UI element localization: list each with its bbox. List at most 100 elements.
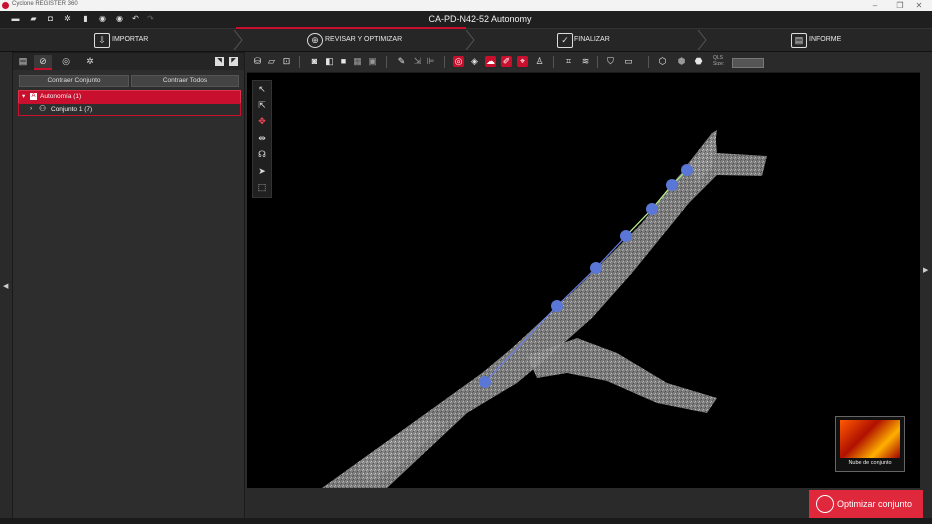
minimize-icon[interactable]: – [868, 0, 882, 11]
3d-viewer[interactable] [247, 73, 920, 488]
workflow-step-report[interactable]: ▤ INFORME [708, 29, 932, 51]
fit-width-icon[interactable]: ⇹ [255, 131, 269, 145]
capture-icon[interactable]: ◘ [46, 14, 55, 24]
status-bar [0, 518, 932, 524]
crop-icon[interactable]: ⌗ [563, 56, 574, 67]
location-pin-icon[interactable]: ⌖ [517, 56, 528, 67]
layers-icon[interactable]: ≋ [580, 56, 591, 67]
label-icon[interactable]: ⊫ [425, 56, 436, 67]
qls-size-select[interactable] [732, 58, 764, 68]
cloud-icon[interactable]: ☁ [485, 56, 496, 67]
point-cloud-canvas[interactable] [247, 73, 920, 488]
main-toolbar: ▬ ▰ ◘ ✲ ▮ ◉ ◉ ↶ ↷ CA-PD-N42-52 Autonomy [0, 11, 932, 29]
info-icon[interactable]: ◉ [115, 14, 124, 24]
view-split-icon[interactable]: ◧ [324, 56, 335, 67]
brush-icon[interactable]: ✐ [501, 56, 512, 67]
zoom-fit-icon[interactable]: ⊡ [281, 56, 292, 67]
new-project-icon[interactable]: ▬ [11, 14, 20, 24]
step-separator-icon [233, 30, 243, 50]
optimize-set-button[interactable]: Optimizar conjunto [809, 490, 923, 518]
workflow-bar: ⇩ IMPORTAR ⊕ REVISAR Y OPTIMIZAR ✓ FINAL… [0, 29, 932, 52]
review-optimize-icon: ⊕ [307, 33, 323, 48]
view-single-icon[interactable]: ■ [338, 56, 349, 67]
navigate-icon[interactable]: ➤ [255, 164, 269, 178]
expand-arrow-icon[interactable]: › [30, 105, 32, 112]
scan-setup-node[interactable] [551, 300, 563, 312]
select-arrow-icon[interactable]: ↖ [255, 82, 269, 96]
cube-view-icon[interactable]: ⬡ [657, 56, 668, 67]
camera-icon[interactable]: ◙ [309, 56, 320, 67]
view-map-icon[interactable]: ▱ [266, 56, 277, 67]
window-titlebar: Cyclone REGISTER 360 – ❐ ✕ [0, 0, 932, 11]
measure-icon[interactable]: ✎ [396, 56, 407, 67]
viewer-toolbar: ⛁ ▱ ⊡ ◙ ◧ ■ ▦ ▣ ✎ ⇲ ⊫ ◎ ◈ ☁ ✐ ⌖ ♙ ⌗ ≋ ⛉ … [247, 52, 920, 73]
scan-setup-node[interactable] [620, 230, 632, 242]
viewer-side-tools: ↖ ⇱ ✥ ⇹ ☊ ➤ ⬚ [252, 80, 272, 198]
redo-icon[interactable]: ↷ [146, 14, 155, 24]
tab-tree-icon[interactable]: ▤ [14, 55, 32, 68]
cube-icon[interactable]: ⬚ [255, 180, 269, 194]
set-icon: ⚇ [39, 104, 47, 113]
toolbar-separator [648, 56, 649, 68]
toolbar-separator [299, 56, 300, 68]
view-grid-icon[interactable]: ▦ [352, 56, 363, 67]
workflow-step-finalize[interactable]: ✓ FINALIZAR [478, 29, 698, 51]
left-collapse-bar[interactable]: ◀ [0, 52, 11, 517]
target-icon[interactable]: ◎ [453, 56, 464, 67]
tree-item-autonomy[interactable]: ▾ A Autonomía (1) [18, 90, 241, 104]
close-icon[interactable]: ✕ [912, 0, 926, 11]
toolbar-separator [444, 56, 445, 68]
tab-settings-icon[interactable]: ✲ [81, 55, 99, 68]
workflow-step-review[interactable]: ⊕ REVISAR Y OPTIMIZAR [245, 29, 473, 51]
tab-links-icon[interactable]: ⊘ [34, 55, 52, 70]
undo-icon[interactable]: ↶ [131, 14, 140, 24]
move-icon[interactable]: ✥ [255, 114, 269, 128]
right-collapse-bar[interactable]: ▶ [920, 52, 932, 517]
toolbar-separator [386, 56, 387, 68]
box-view-icon[interactable]: ⬢ [676, 56, 687, 67]
tag-icon[interactable]: ◈ [469, 56, 480, 67]
tab-target-icon[interactable]: ◎ [57, 55, 75, 68]
step-separator-icon [465, 30, 475, 50]
tree-item-set-1[interactable]: › ⚇ Conjunto 1 (7) [18, 103, 241, 116]
finalize-icon: ✓ [557, 33, 573, 48]
filter-icon[interactable]: ⛉ [605, 56, 616, 67]
scan-setup-node[interactable] [479, 376, 491, 388]
step-separator-icon [697, 30, 707, 50]
measure-options-icon[interactable]: ⇲ [412, 56, 423, 67]
expand-panel-icon[interactable]: ◥ [215, 57, 224, 66]
settings-gear-icon[interactable]: ✲ [63, 14, 72, 24]
rotate-view-icon[interactable]: ☊ [255, 147, 269, 161]
toolbar-separator [597, 56, 598, 68]
active-step-indicator [236, 27, 466, 29]
render-mode-icon[interactable]: ▭ [623, 56, 634, 67]
report-icon: ▤ [791, 33, 807, 48]
workflow-step-import[interactable]: ⇩ IMPORTAR [0, 29, 236, 51]
window-title: Cyclone REGISTER 360 [12, 1, 78, 7]
pin-panel-icon[interactable]: ◤ [229, 57, 238, 66]
mesh-icon[interactable]: ⬣ [693, 56, 704, 67]
database-icon[interactable]: ▮ [81, 14, 90, 24]
multi-select-icon[interactable]: ⇱ [255, 98, 269, 112]
expand-arrow-icon[interactable]: ▾ [22, 92, 25, 100]
help-icon[interactable]: ◉ [98, 14, 107, 24]
collapse-all-button[interactable]: Contraer Todos [131, 75, 239, 87]
set-cloud-thumbnail[interactable]: Nube de conjunto [835, 416, 905, 472]
scan-setup-node[interactable] [681, 164, 693, 176]
app-logo-icon [2, 2, 9, 9]
expand-right-icon[interactable]: ▶ [923, 266, 928, 274]
collapse-set-button[interactable]: Contraer Conjunto [19, 75, 129, 87]
scan-setup-node[interactable] [666, 179, 678, 191]
scan-setup-node[interactable] [590, 262, 602, 274]
project-panel: ▤ ⊘ ◎ ✲ ◥ ◤ Contraer Conjunto Contraer T… [12, 52, 245, 519]
view-cloud-icon[interactable]: ⛁ [252, 56, 263, 67]
maximize-icon[interactable]: ❐ [893, 0, 907, 11]
link-person-icon[interactable]: ♙ [534, 56, 545, 67]
open-project-icon[interactable]: ▰ [29, 14, 38, 24]
qls-size-label: QLS Size: [713, 55, 725, 67]
cloud-preview-image [840, 420, 900, 458]
document-title: CA-PD-N42-52 Autonomy [428, 14, 532, 24]
view-panel-icon[interactable]: ▣ [367, 56, 378, 67]
collapse-left-icon[interactable]: ◀ [3, 282, 8, 290]
scan-setup-node[interactable] [646, 203, 658, 215]
